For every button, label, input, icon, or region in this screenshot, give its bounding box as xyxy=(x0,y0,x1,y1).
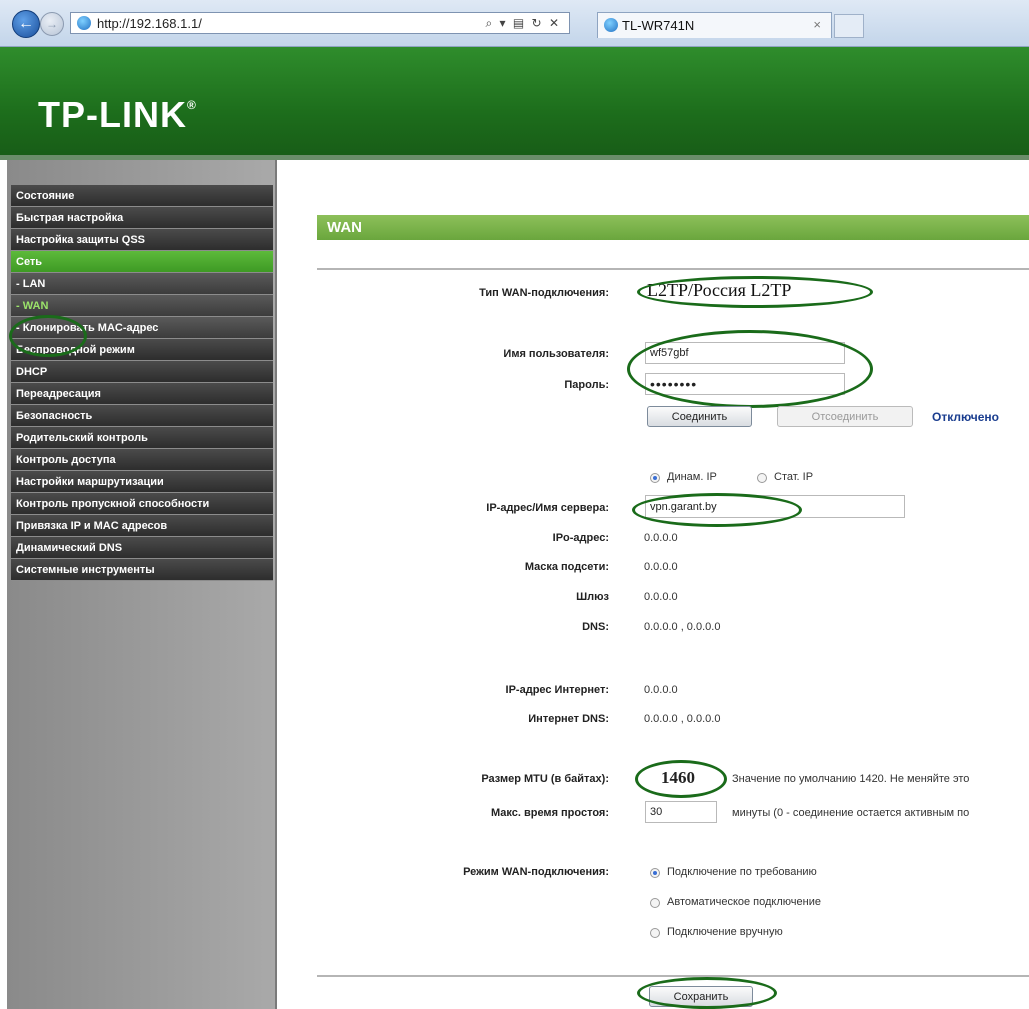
gateway-value: 0.0.0.0 xyxy=(644,591,678,603)
sidebar-item-forwarding[interactable]: Переадресация xyxy=(11,383,273,405)
static-ip-radio[interactable] xyxy=(757,473,767,483)
sidebar-item-parental-control[interactable]: Родительский контроль xyxy=(11,427,273,449)
idle-field[interactable]: 30 xyxy=(645,801,717,823)
sidebar-item-access-control[interactable]: Контроль доступа xyxy=(11,449,273,471)
ip-label: IPо-адрес: xyxy=(552,532,609,544)
close-tab-icon[interactable]: × xyxy=(813,17,821,32)
address-url: http://192.168.1.1/ xyxy=(97,16,202,31)
internet-ip-value: 0.0.0.0 xyxy=(644,684,678,696)
tab-title: TL-WR741N xyxy=(622,18,695,33)
wan-item-annotation xyxy=(9,315,87,357)
back-arrow-icon[interactable]: ← xyxy=(12,10,40,38)
sidebar-item-system-tools[interactable]: Системные инструменты xyxy=(11,559,273,581)
forward-arrow-icon[interactable]: → xyxy=(40,12,64,36)
mode-label: Режим WAN-подключения: xyxy=(463,866,609,878)
router-header: TP-LINK® xyxy=(0,47,1029,155)
mask-label: Маска подсети: xyxy=(524,561,609,573)
sidebar-item-wan[interactable]: - WAN xyxy=(11,295,273,317)
dynamic-ip-label: Динам. IP xyxy=(667,471,717,483)
credentials-annotation xyxy=(627,330,873,408)
save-annotation xyxy=(637,977,777,1009)
idle-hint: минуты (0 - соединение остается активным… xyxy=(732,807,970,819)
sidebar-item-qss[interactable]: Настройка защиты QSS xyxy=(11,229,273,251)
sidebar-item-dhcp[interactable]: DHCP xyxy=(11,361,273,383)
internet-dns-value: 0.0.0.0 , 0.0.0.0 xyxy=(644,713,721,725)
sidebar-item-routing[interactable]: Настройки маршрутизации xyxy=(11,471,273,493)
sidebar-item-ddns[interactable]: Динамический DNS xyxy=(11,537,273,559)
mtu-hint: Значение по умолчанию 1420. Не меняйте э… xyxy=(732,773,970,785)
mode-on-demand-label: Подключение по требованию xyxy=(667,866,817,878)
dns-value: 0.0.0.0 , 0.0.0.0 xyxy=(644,621,721,633)
server-annotation xyxy=(632,493,802,527)
tab-favicon-icon xyxy=(604,18,618,32)
disconnect-button[interactable]: Отсоединить xyxy=(777,406,913,427)
internet-ip-label: IP-адрес Интернет: xyxy=(505,684,609,696)
conn-type-label: Тип WAN-подключения: xyxy=(479,287,609,299)
connect-button[interactable]: Соединить xyxy=(647,406,752,427)
mode-on-demand-radio[interactable] xyxy=(650,868,660,878)
sidebar-item-security[interactable]: Безопасность xyxy=(11,405,273,427)
address-bar[interactable]: http://192.168.1.1/ ⌕ ▾ ▤ ↻ ✕ xyxy=(70,12,570,34)
idle-label: Макс. время простоя: xyxy=(490,807,609,819)
username-label: Имя пользователя: xyxy=(503,348,609,360)
sidebar-menu: Состояние Быстрая настройка Настройка за… xyxy=(11,185,273,581)
section-title: WAN xyxy=(317,215,1029,240)
sidebar-item-status[interactable]: Состояние xyxy=(11,185,273,207)
ip-value: 0.0.0.0 xyxy=(644,532,678,544)
top-divider xyxy=(317,268,1029,270)
sidebar-item-quick-setup[interactable]: Быстрая настройка xyxy=(11,207,273,229)
mode-auto-radio[interactable] xyxy=(650,898,660,908)
gateway-label: Шлюз xyxy=(576,591,609,603)
sidebar-item-ip-mac-binding[interactable]: Привязка IP и MAC адресов xyxy=(11,515,273,537)
static-ip-label: Стат. IP xyxy=(774,471,814,483)
server-label: IP-адрес/Имя сервера: xyxy=(486,502,609,514)
new-tab-button[interactable] xyxy=(834,14,864,38)
sidebar-item-network[interactable]: Сеть xyxy=(11,251,273,273)
sidebar: Состояние Быстрая настройка Настройка за… xyxy=(7,160,277,1009)
mtu-label: Размер MTU (в байтах): xyxy=(481,773,609,785)
mode-auto-label: Автоматическое подключение xyxy=(667,896,821,908)
bottom-divider xyxy=(317,975,1029,977)
dynamic-ip-radio[interactable] xyxy=(650,473,660,483)
browser-tab[interactable]: TL-WR741N × xyxy=(597,12,832,38)
password-label: Пароль: xyxy=(564,379,609,391)
internet-dns-label: Интернет DNS: xyxy=(528,713,609,725)
page-favicon-icon xyxy=(77,16,91,30)
dns-label: DNS: xyxy=(582,621,609,633)
tp-link-logo: TP-LINK® xyxy=(38,94,197,135)
conn-type-annotation xyxy=(637,276,873,308)
address-tools-icons[interactable]: ⌕ ▾ ▤ ↻ ✕ xyxy=(485,16,561,31)
wan-settings-panel: WAN Тип WAN-подключения: L2TP/Россия L2T… xyxy=(277,160,1029,1009)
browser-toolbar: ← → http://192.168.1.1/ ⌕ ▾ ▤ ↻ ✕ TL-WR7… xyxy=(0,0,1029,47)
mode-manual-radio[interactable] xyxy=(650,928,660,938)
mtu-annotation xyxy=(635,760,727,798)
connection-status: Отключено xyxy=(932,410,999,424)
mode-manual-label: Подключение вручную xyxy=(667,926,783,938)
sidebar-item-bandwidth[interactable]: Контроль пропускной способности xyxy=(11,493,273,515)
mask-value: 0.0.0.0 xyxy=(644,561,678,573)
sidebar-item-lan[interactable]: - LAN xyxy=(11,273,273,295)
